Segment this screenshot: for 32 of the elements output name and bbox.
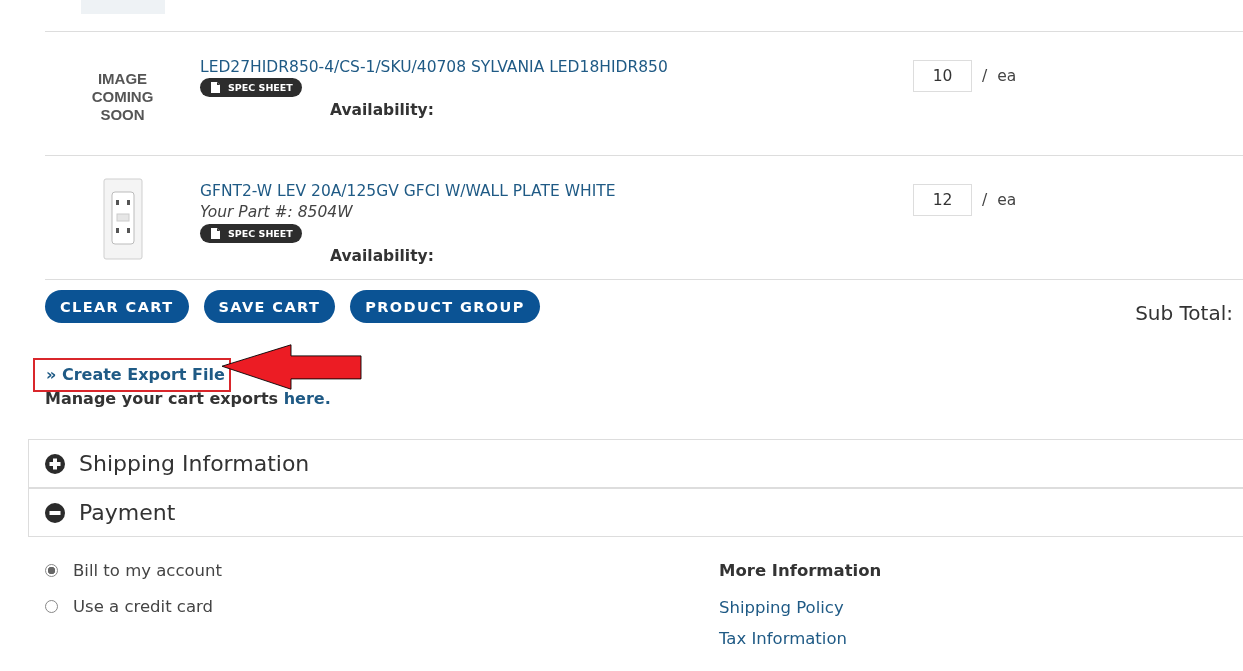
payment-option-label: Bill to my account: [73, 561, 222, 580]
subtotal-label: Sub Total:: [1135, 300, 1234, 325]
create-export-link[interactable]: » Create Export File: [33, 358, 231, 392]
info-link[interactable]: Tax Information: [719, 623, 882, 654]
spec-sheet-button[interactable]: SPEC SHEET: [200, 78, 302, 97]
document-icon: [211, 228, 220, 239]
cart-action-button[interactable]: CLEAR CART: [45, 290, 189, 323]
manage-exports-text: Manage your cart exports: [45, 389, 279, 408]
payment-option-label: Use a credit card: [73, 597, 213, 616]
radio-button[interactable]: [45, 600, 58, 613]
quantity-field[interactable]: 12: [913, 184, 972, 216]
radio-button[interactable]: [45, 564, 58, 577]
image-coming-soon: IMAGE COMING SOON: [90, 70, 155, 124]
product-link[interactable]: GFNT2-W LEV 20A/125GV GFCI W/WALL PLATE WHITE: [200, 181, 913, 201]
here-link[interactable]: here.: [283, 389, 331, 408]
availability-label: Availability:: [330, 247, 435, 265]
product-link[interactable]: LED27HIDR850-4/CS-1/SKU/40708 SYLVANIA LED18HIDR850: [200, 57, 913, 77]
info-link[interactable]: Shipping Policy: [719, 592, 882, 623]
accordion-header[interactable]: Payment: [29, 487, 1243, 536]
availability-label: Availability:: [330, 101, 435, 119]
accordion-header[interactable]: Shipping Information: [29, 440, 1243, 487]
more-information-heading: More Information: [719, 561, 882, 580]
cart-action-button[interactable]: PRODUCT GROUP: [350, 290, 540, 323]
spec-sheet-button[interactable]: SPEC SHEET: [200, 224, 302, 243]
unit-separator: /: [982, 66, 988, 87]
unit-separator: /: [982, 190, 988, 211]
quantity-field[interactable]: 10: [913, 60, 972, 92]
document-icon: [211, 82, 220, 93]
unit-label: ea: [997, 66, 1017, 87]
part-number: Your Part #: 8504W: [200, 202, 354, 223]
unit-label: ea: [997, 190, 1017, 211]
cart-action-button[interactable]: SAVE CART: [203, 290, 336, 323]
